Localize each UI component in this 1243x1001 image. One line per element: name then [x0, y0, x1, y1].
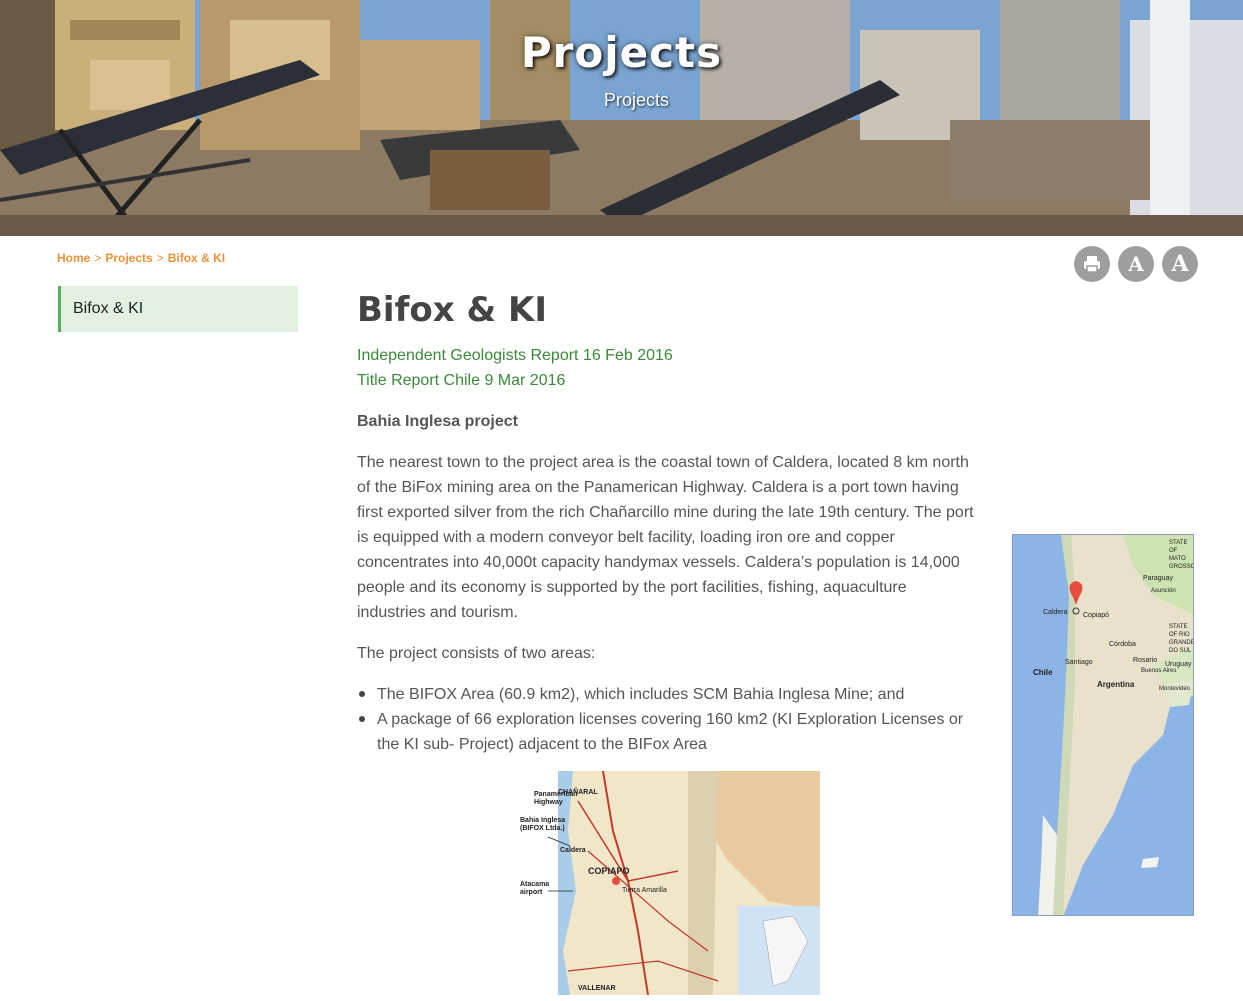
map-label: Rosario	[1133, 657, 1158, 664]
print-button[interactable]	[1074, 246, 1110, 282]
areas-list: The BIFOX Area (60.9 km2), which include…	[357, 682, 979, 757]
map-label: Montevideo	[1159, 686, 1191, 692]
breadcrumb-current[interactable]: Bifox & KI	[168, 251, 225, 265]
map-label: Copiapó	[1083, 612, 1110, 619]
map-label: Bahia Inglesa (BIFOX Ltda.)	[520, 817, 566, 832]
link-title-report[interactable]: Title Report Chile 9 Mar 2016	[357, 368, 979, 393]
breadcrumb-projects[interactable]: Projects	[105, 251, 152, 265]
chile-location-map: Paraguay Asunción Caldera Copiapó Córdob…	[1012, 534, 1194, 916]
map-label: Tierra Amarilla	[622, 887, 667, 894]
sidebar: Bifox & KI	[58, 286, 298, 332]
page-title: Bifox & KI	[357, 290, 547, 330]
breadcrumb: Home > Projects > Bifox & KI	[57, 251, 225, 265]
list-item: A package of 66 exploration licenses cov…	[357, 707, 979, 757]
map-label: Paraguay	[1143, 575, 1173, 582]
sidebar-item-bifox-ki[interactable]: Bifox & KI	[58, 286, 298, 332]
map-label: STATE OF MATO GROSSO	[1169, 540, 1194, 570]
list-item: The BIFOX Area (60.9 km2), which include…	[357, 682, 979, 707]
breadcrumb-separator: >	[94, 251, 102, 265]
breadcrumb-home[interactable]: Home	[57, 251, 90, 265]
section-heading: Bahia Inglesa project	[357, 413, 518, 430]
map-label: Panamerican Highway	[534, 791, 578, 806]
map-label: COPIAPO	[588, 866, 630, 876]
paragraph-areas: The project consists of two areas:	[357, 645, 596, 662]
document-links: Independent Geologists Report 16 Feb 201…	[357, 343, 979, 393]
main-content: Bifox & KI Independent Geologists Report…	[357, 290, 979, 757]
paragraph-caldera: The nearest town to the project area is …	[357, 454, 974, 621]
hero-banner: Projects Projects	[0, 0, 1243, 236]
map-label: VALLENAR	[578, 985, 616, 992]
map-label: Santiago	[1065, 659, 1093, 666]
map-label: Asunción	[1151, 588, 1176, 594]
increase-font-button[interactable]: A	[1162, 246, 1198, 282]
hero-title: Projects	[520, 28, 723, 77]
map-label: STATE OF RIO GRANDE DO SUL	[1169, 624, 1194, 654]
map-label: Atacama airport	[520, 881, 550, 896]
decrease-font-button[interactable]: A	[1118, 246, 1154, 282]
regional-map-image: CHAÑARAL Panamerican Highway Bahia Ingle…	[518, 771, 820, 995]
map-label: Caldera	[1043, 609, 1068, 616]
map-label: Buenos Aires	[1141, 668, 1177, 674]
print-icon	[1084, 256, 1100, 273]
map-label: Argentina	[1097, 680, 1135, 689]
page-tools: A A	[1074, 246, 1198, 282]
map-label: Chile	[1033, 668, 1053, 677]
breadcrumb-separator: >	[156, 251, 164, 265]
map-label: Córdoba	[1109, 641, 1136, 648]
map-label: Caldera	[560, 847, 586, 854]
link-geologists-report[interactable]: Independent Geologists Report 16 Feb 201…	[357, 343, 979, 368]
hero-subtitle: Projects	[603, 90, 670, 110]
